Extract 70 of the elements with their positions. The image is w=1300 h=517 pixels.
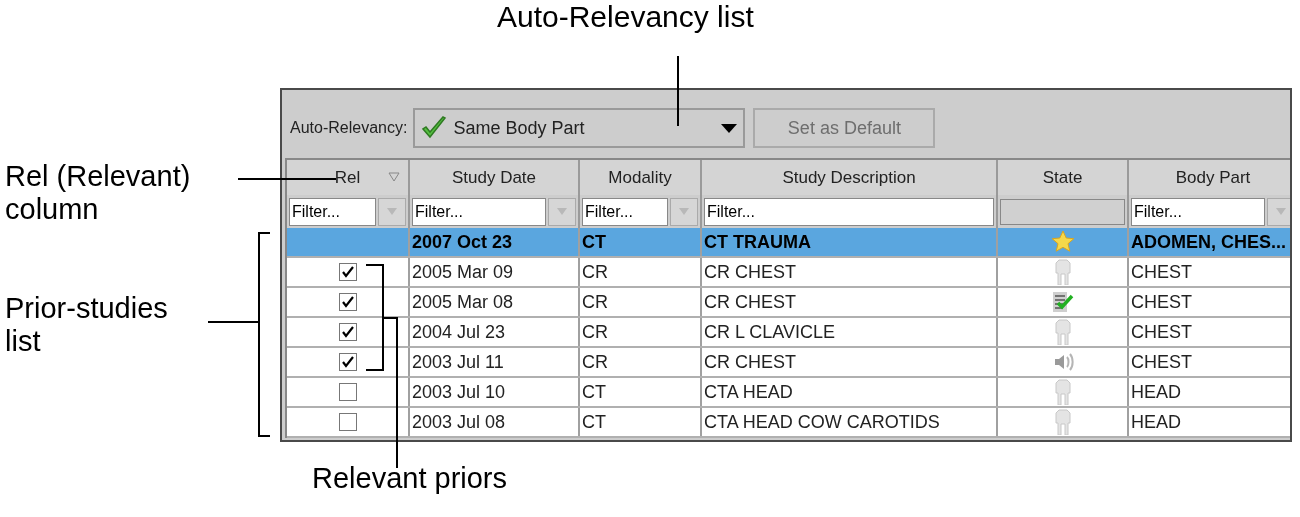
leader-line [677, 55, 679, 127]
filter-field[interactable]: Filter... [412, 197, 546, 226]
table-cell: 2007 Oct 23 [410, 228, 580, 256]
table-cell: CT [580, 228, 702, 256]
table-cell: CR CHEST [702, 258, 998, 286]
auto-relevancy-label: Auto-Relevancy: [290, 118, 408, 138]
study-row[interactable]: 2003 Jul 08 CT CTA HEAD COW CAROTIDS HEAD [287, 408, 1290, 438]
table-cell: CR [580, 258, 702, 286]
table-cell: CTA HEAD [702, 378, 998, 406]
check-icon [341, 326, 354, 338]
callout-label: Prior-studies list [5, 292, 169, 358]
filter-field[interactable]: Filter... [582, 197, 668, 226]
relevant-checkbox[interactable] [338, 413, 357, 431]
column-header[interactable]: State [998, 160, 1129, 195]
auto-relevancy-dropdown[interactable]: Same Body Part [413, 108, 746, 148]
column-header[interactable]: Rel [287, 160, 410, 195]
study-row[interactable]: 2005 Mar 08 CR CR CHEST CHEST [287, 288, 1290, 318]
sort-icon [388, 172, 400, 182]
callout-label: Auto-Relevancy list [497, 0, 754, 34]
check-icon [341, 266, 354, 278]
table-cell: CR [580, 348, 702, 376]
table-cell: 2003 Jul 08 [410, 408, 580, 436]
table-cell: CR CHEST [702, 288, 998, 316]
check-icon [341, 356, 354, 368]
column-header[interactable]: Study Date [410, 160, 580, 195]
study-row[interactable]: 2005 Mar 09 CR CR CHEST CHEST [287, 258, 1290, 288]
relevant-checkbox[interactable] [338, 383, 357, 401]
table-cell: CTA HEAD COW CAROTIDS [702, 408, 998, 436]
filter-field[interactable]: Filter... [1131, 197, 1265, 226]
table-cell: CT [580, 408, 702, 436]
table-cell: HEAD [1129, 408, 1290, 436]
table-cell: 2005 Mar 09 [410, 258, 580, 286]
table-cell: HEAD [1129, 378, 1290, 406]
table-cell: CT [580, 378, 702, 406]
study-row[interactable]: 2004 Jul 23 CR CR L CLAVICLE CHEST [287, 318, 1290, 348]
table-cell: ADOMEN, CHES... [1129, 228, 1290, 256]
table-cell: CR [580, 288, 702, 316]
check-icon [421, 115, 448, 141]
relevant-checkbox[interactable] [338, 353, 357, 371]
table-cell: CR [580, 318, 702, 346]
table-cell: CHEST [1129, 258, 1290, 286]
study-row[interactable]: 2007 Oct 23 CT CT TRAUMA ADOMEN, CHES... [287, 228, 1290, 258]
table-cell: CR L CLAVICLE [702, 318, 998, 346]
relevant-checkbox[interactable] [338, 323, 357, 341]
check-icon [341, 296, 354, 308]
table-cell: CR CHEST [702, 348, 998, 376]
callout-label: Relevant priors [312, 462, 508, 494]
table-cell: CT TRAUMA [702, 228, 998, 256]
column-header[interactable]: Study Description [702, 160, 998, 195]
filter-field[interactable]: Filter... [289, 197, 376, 226]
caret-icon [721, 123, 738, 133]
table-cell: 2003 Jul 10 [410, 378, 580, 406]
relevant-checkbox[interactable] [338, 293, 357, 311]
table-cell: 2004 Jul 23 [410, 318, 580, 346]
caret-icon [387, 208, 397, 215]
callout-label: Rel (Relevant) column [5, 160, 192, 226]
column-header[interactable]: Modality [580, 160, 702, 195]
table-cell: CHEST [1129, 348, 1290, 376]
study-row[interactable]: 2003 Jul 10 CT CTA HEAD HEAD [287, 378, 1290, 408]
table-cell: CHEST [1129, 288, 1290, 316]
table-cell: CHEST [1129, 318, 1290, 346]
study-row[interactable]: 2003 Jul 11 CR CR CHEST CHEST [287, 348, 1290, 378]
column-header[interactable]: Body Part [1129, 160, 1290, 195]
caret-icon [679, 208, 689, 215]
table-cell: 2005 Mar 08 [410, 288, 580, 316]
table-cell: 2003 Jul 11 [410, 348, 580, 376]
caret-icon [557, 208, 567, 215]
filter-field[interactable]: Filter... [704, 197, 994, 226]
caret-icon [1276, 208, 1286, 215]
relevant-checkbox[interactable] [338, 263, 357, 281]
